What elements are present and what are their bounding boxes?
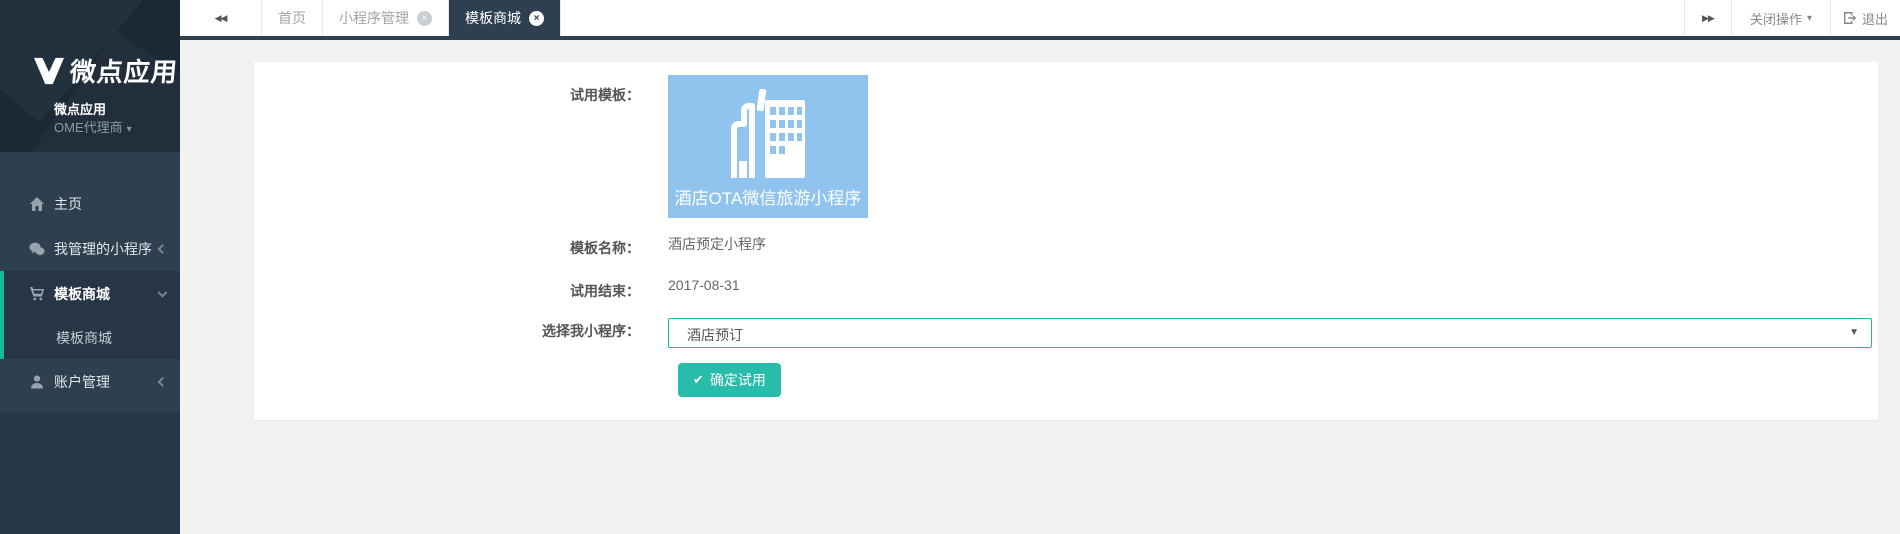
home-icon: [28, 195, 45, 212]
miniprogram-select[interactable]: 酒店预订 ▼: [668, 318, 1872, 348]
cart-icon: [28, 285, 45, 302]
sidebar-item-label: 主页: [54, 195, 82, 212]
double-left-arrow-icon: ◀◀: [214, 12, 228, 23]
sidebar-item-label: 我管理的小程序: [54, 240, 152, 257]
tabs-scroll-right-button[interactable]: ▶▶: [1683, 0, 1731, 36]
tab-home[interactable]: 首页: [262, 0, 323, 36]
sidebar-subitem-template-mall[interactable]: 模板商城: [4, 316, 180, 359]
tab-label: 模板商城: [465, 10, 521, 26]
caret-down-icon: ▾: [1806, 12, 1812, 24]
chevron-left-icon: [157, 243, 168, 254]
sidebar-item-label: 模板商城: [54, 285, 110, 302]
tab-label: 小程序管理: [339, 10, 409, 26]
template-trial-panel: 试用模板： 酒店OTA微信旅游小程序 模板名称： 酒店预定小程序 试用结束： 2…: [254, 62, 1878, 420]
sidebar-item-template-mall[interactable]: 模板商城: [4, 271, 180, 316]
account-role-dropdown[interactable]: OME代理商 ▾: [54, 117, 132, 136]
tab-miniprogram-management[interactable]: 小程序管理 ×: [323, 0, 449, 36]
trial-template-label: 试用模板：: [570, 87, 640, 103]
tabs-scroll-left-button[interactable]: ◀◀: [180, 0, 262, 36]
tabbar-spacer: [561, 0, 1684, 36]
confirm-trial-button[interactable]: ✔ 确定试用: [678, 363, 781, 397]
main-content: 试用模板： 酒店OTA微信旅游小程序 模板名称： 酒店预定小程序 试用结束： 2…: [180, 40, 1900, 534]
chevron-left-icon: [157, 376, 168, 387]
template-name-value: 酒店预定小程序: [668, 236, 766, 252]
sidebar: 微点应用 微点应用 OME代理商 ▾ 主页 我管理的小程序 模板商城 模板商城 …: [0, 0, 180, 534]
logout-label: 退出: [1861, 11, 1888, 27]
template-name-label: 模板名称：: [570, 240, 640, 256]
close-tab-icon[interactable]: ×: [417, 10, 432, 26]
sidebar-footer: [0, 412, 180, 534]
caret-down-icon: ▾: [126, 124, 132, 135]
chevron-down-icon: [157, 287, 168, 298]
trial-end-label: 试用结束：: [570, 283, 640, 299]
template-card[interactable]: 酒店OTA微信旅游小程序: [668, 75, 868, 218]
double-right-arrow-icon: ▶▶: [1702, 12, 1715, 23]
buildings-icon: [731, 88, 805, 178]
sidebar-subitem-label: 模板商城: [56, 329, 112, 346]
close-operations-dropdown[interactable]: 关闭操作 ▾: [1730, 0, 1830, 36]
logout-button[interactable]: 退出: [1829, 0, 1900, 36]
brand-logo-text: 微点应用: [68, 57, 180, 87]
account-role-label: OME代理商: [54, 120, 123, 135]
sidebar-item-my-miniprograms[interactable]: 我管理的小程序: [0, 226, 180, 271]
select-miniprogram-label: 选择我小程序：: [542, 323, 640, 339]
select-dropdown-arrow-icon: ▼: [1849, 327, 1859, 338]
brand-header: 微点应用 微点应用 OME代理商 ▾: [0, 0, 180, 152]
sidebar-item-home[interactable]: 主页: [0, 181, 180, 226]
v-logo-icon: [34, 57, 64, 84]
trial-end-value: 2017-08-31: [668, 277, 740, 293]
template-card-caption: 酒店OTA微信旅游小程序: [674, 189, 862, 208]
sidebar-item-label: 账户管理: [54, 373, 110, 390]
sidebar-group-template-mall: 模板商城 模板商城: [0, 271, 180, 359]
tab-bar: ◀◀ 首页 小程序管理 × 模板商城 × ▶▶ 关闭操作 ▾ 退出: [180, 0, 1900, 40]
close-tab-icon[interactable]: ×: [529, 10, 544, 26]
confirm-trial-label: 确定试用: [709, 372, 766, 388]
tab-template-mall[interactable]: 模板商城 ×: [449, 0, 561, 36]
close-operations-label: 关闭操作: [1749, 11, 1802, 27]
account-name: 微点应用: [54, 102, 107, 117]
check-icon: ✔: [693, 372, 704, 387]
sidebar-menu: 主页 我管理的小程序 模板商城 模板商城 账户管理: [0, 152, 180, 404]
brand-logo: 微点应用: [34, 52, 180, 89]
logout-icon: [1844, 12, 1857, 24]
wechat-icon: [28, 240, 45, 257]
user-icon: [28, 373, 45, 390]
miniprogram-select-value: 酒店预订: [687, 327, 743, 343]
sidebar-item-account-management[interactable]: 账户管理: [0, 359, 180, 404]
tab-label: 首页: [278, 10, 306, 26]
